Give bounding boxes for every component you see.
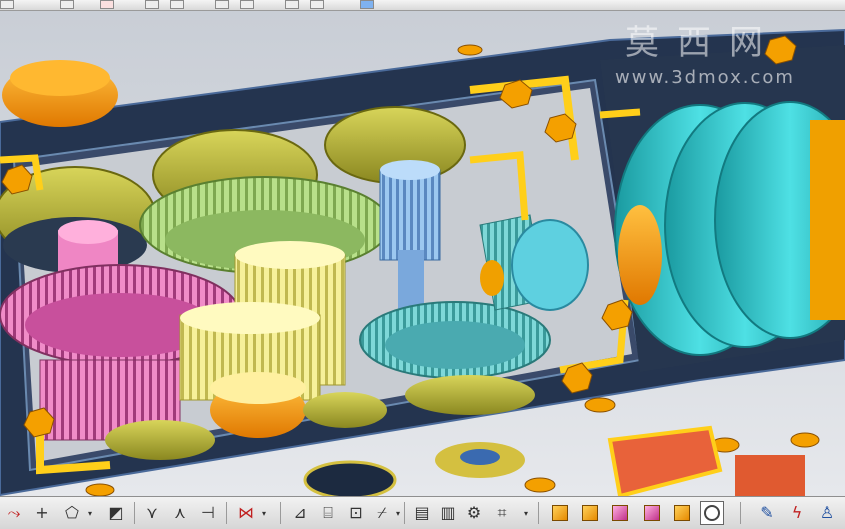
separator [226,502,227,524]
line-icon[interactable] [145,0,159,9]
external-cylinder-top [10,60,110,96]
top-toolbar [0,0,845,11]
view-top-icon[interactable] [608,501,632,525]
view-iso-icon[interactable] [548,501,572,525]
blue-pinion [379,169,441,261]
separator [134,502,135,524]
spin-icon[interactable] [240,0,254,9]
clock-icon[interactable] [700,501,724,525]
shape-icon[interactable]: ⬠ [60,501,84,525]
cross-icon[interactable]: + [30,501,54,525]
surface-icon[interactable]: ◩ [104,501,128,525]
constraint-icon[interactable]: ⊿ [288,501,312,525]
cube-icon[interactable] [360,0,374,9]
3d-viewport[interactable]: 莫西网 www.3dmox.com [0,11,845,496]
copper-plate [607,425,723,496]
arrow-icon[interactable] [310,0,324,9]
frame-icon[interactable]: ⊡ [344,501,368,525]
align-icon[interactable]: ⋈ [234,501,258,525]
shape-dropdown-icon[interactable]: ▾ [88,509,92,518]
separator [280,502,281,524]
olive-hub-bottom-3 [405,375,535,415]
point-icon[interactable] [285,0,299,9]
copper-block [735,455,805,496]
section-icon[interactable]: ▥ [436,501,460,525]
separator [740,502,741,524]
view-front-icon[interactable] [578,501,602,525]
trim-icon[interactable]: ⋎ [140,501,164,525]
bolt-icon[interactable]: ϟ [785,501,809,525]
mirror-icon[interactable]: ⌿ [370,501,394,525]
cyan-hub [511,219,589,311]
pattern-icon[interactable]: ▤ [410,501,434,525]
assembly-icon[interactable]: ⚙ [462,501,486,525]
align-dropdown-icon[interactable]: ▾ [262,509,266,518]
olive-hub-bottom-1 [105,420,215,460]
grid-icon[interactable] [60,0,74,9]
rotate-icon[interactable] [215,0,229,9]
bottom-port-1 [303,460,397,496]
bottom-toolbar: ⤳ + ⬠ ▾ ◩ ⋎ ⋏ ⊣ ⋈ ▾ ⊿ ⌸ ⊡ ⌿ ▾ ▤ ▥ ⚙ ⌗ ▾ … [0,496,845,529]
olive-hub-bottom-2 [303,392,387,428]
separator [404,502,405,524]
disc-hub [618,205,662,305]
split-icon[interactable]: ⊣ [196,501,220,525]
person-icon[interactable]: ♙ [815,501,839,525]
mirror-dropdown-icon[interactable]: ▾ [396,509,400,518]
sketch-icon[interactable] [0,0,14,9]
measure-icon[interactable]: ⌗ [490,501,514,525]
pen-icon[interactable]: ✎ [755,501,779,525]
offset-icon[interactable]: ⌸ [316,501,340,525]
bend-icon[interactable]: ⋏ [168,501,192,525]
curve-icon[interactable]: ⤳ [2,501,26,525]
view-back-icon[interactable] [670,501,694,525]
bracket-right [599,108,641,119]
orange-end-block [810,120,845,320]
snap-icon[interactable] [100,0,114,9]
view-right-icon[interactable] [640,501,664,525]
arc-icon[interactable] [170,0,184,9]
separator [538,502,539,524]
measure-dropdown-icon[interactable]: ▾ [524,509,528,518]
watermark-url: www.3dmox.com [615,67,795,88]
watermark-title: 莫西网 [625,23,781,63]
